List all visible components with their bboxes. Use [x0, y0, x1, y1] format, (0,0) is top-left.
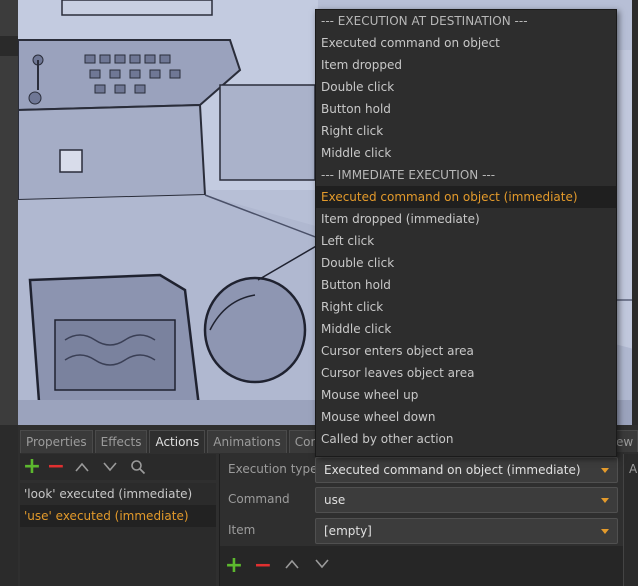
tab-animations[interactable]: Animations: [207, 430, 287, 453]
dropdown-option[interactable]: Cursor leaves object area: [316, 362, 616, 384]
dropdown-option[interactable]: Button hold: [316, 98, 616, 120]
remove-property-button[interactable]: −: [253, 553, 273, 578]
dropdown-option[interactable]: Double click: [316, 252, 616, 274]
item-row: Item [empty]: [220, 516, 623, 546]
panel-tabs: Properties Effects Actions Animations Co…: [20, 430, 360, 454]
chevron-down-icon: [315, 559, 329, 569]
move-down-button[interactable]: [100, 457, 120, 477]
dropdown-section-header: --- IMMEDIATE EXECUTION ---: [321, 168, 496, 182]
dropdown-option-highlighted[interactable]: Executed command on object (immediate): [316, 186, 616, 208]
dropdown-option[interactable]: Item dropped (immediate): [316, 208, 616, 230]
command-select[interactable]: use: [315, 487, 618, 513]
search-button[interactable]: [128, 457, 148, 477]
dropdown-option[interactable]: Middle click: [316, 318, 616, 340]
chevron-up-icon: [75, 462, 89, 472]
actions-toolbar: + −: [20, 454, 216, 480]
side-column-label: A: [629, 462, 638, 476]
list-item[interactable]: 'look' executed (immediate): [20, 483, 216, 505]
property-up-button[interactable]: [282, 554, 302, 574]
left-gutter: [0, 425, 18, 586]
dropdown-option[interactable]: Double click: [316, 76, 616, 98]
execution-type-value: Executed command on object (immediate): [324, 463, 581, 477]
tab-actions[interactable]: Actions: [149, 430, 206, 453]
tab-properties[interactable]: Properties: [20, 430, 93, 453]
search-icon: [131, 460, 146, 475]
left-dock-strip: [0, 0, 18, 425]
dropdown-option[interactable]: Mouse wheel up: [316, 384, 616, 406]
properties-toolbar: + −: [220, 546, 623, 586]
chevron-up-icon: [285, 559, 299, 569]
execution-type-label: Execution type: [228, 462, 318, 476]
dropdown-arrow-icon: [601, 529, 609, 534]
tab-effects[interactable]: Effects: [94, 430, 148, 453]
dropdown-option[interactable]: Cursor enters object area: [316, 340, 616, 362]
execution-type-row: Execution type Executed command on objec…: [220, 455, 623, 485]
dropdown-arrow-icon: [601, 468, 609, 473]
dropdown-option[interactable]: Item dropped: [316, 54, 616, 76]
dropdown-option[interactable]: Mouse wheel down: [316, 406, 616, 428]
remove-action-button[interactable]: −: [46, 454, 66, 479]
action-list: 'look' executed (immediate) 'use' execut…: [20, 483, 216, 586]
dropdown-option[interactable]: Middle click: [316, 142, 616, 164]
dropdown-option[interactable]: Executed command on object: [316, 32, 616, 54]
dropdown-option[interactable]: Button hold: [316, 274, 616, 296]
dock-marker: [0, 36, 18, 56]
minus-icon: −: [46, 454, 66, 479]
dropdown-option[interactable]: Right click: [316, 296, 616, 318]
execution-type-select[interactable]: Executed command on object (immediate): [315, 457, 618, 483]
side-column: A: [623, 454, 638, 586]
execution-type-dropdown: --- EXECUTION AT DESTINATION --- Execute…: [315, 9, 617, 457]
minus-icon: −: [253, 553, 273, 578]
command-label: Command: [228, 492, 290, 506]
item-label: Item: [228, 523, 256, 537]
property-down-button[interactable]: [312, 554, 332, 574]
item-select[interactable]: [empty]: [315, 518, 618, 544]
dropdown-option[interactable]: Left click: [316, 230, 616, 252]
list-item-selected[interactable]: 'use' executed (immediate): [20, 505, 216, 527]
dropdown-section-header: --- EXECUTION AT DESTINATION ---: [321, 14, 528, 28]
dropdown-option[interactable]: Right click: [316, 120, 616, 142]
command-value: use: [324, 493, 346, 507]
command-row: Command use: [220, 485, 623, 515]
item-value: [empty]: [324, 524, 372, 538]
plus-icon: +: [22, 454, 42, 479]
add-action-button[interactable]: +: [22, 454, 42, 479]
chevron-down-icon: [103, 462, 117, 472]
right-dock-strip: [632, 0, 638, 425]
action-properties: Execution type Executed command on objec…: [219, 454, 623, 586]
add-property-button[interactable]: +: [224, 553, 244, 578]
plus-icon: +: [224, 553, 244, 578]
move-up-button[interactable]: [72, 457, 92, 477]
dropdown-option[interactable]: Called by other action: [316, 428, 616, 450]
dropdown-arrow-icon: [601, 498, 609, 503]
